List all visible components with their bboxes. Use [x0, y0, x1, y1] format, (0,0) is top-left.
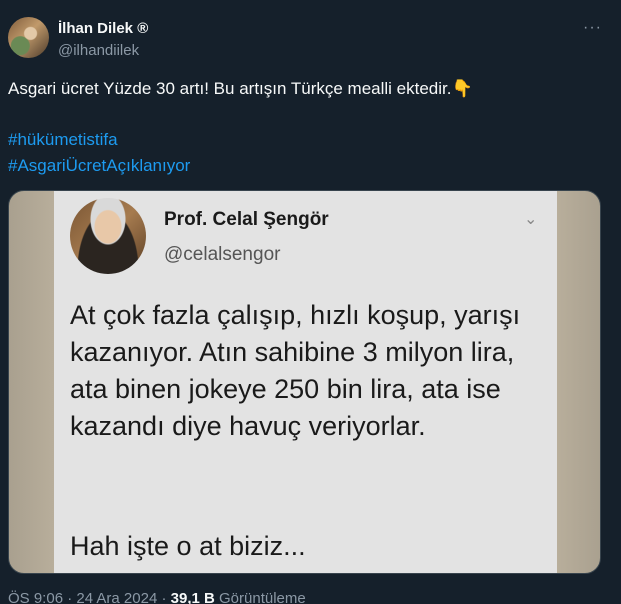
- separator-dot: ·: [161, 590, 171, 604]
- tweet-date[interactable]: 24 Ara 2024: [76, 590, 157, 604]
- chevron-down-icon: ⌄: [524, 211, 538, 228]
- tweet-text: Asgari ücret Yüzde 30 artı! Bu artışın T…: [8, 79, 473, 98]
- author-name[interactable]: İlhan Dilek ®: [58, 20, 148, 37]
- hashtag-link[interactable]: #hükümetistifa: [8, 130, 118, 150]
- more-options-icon[interactable]: ···: [583, 19, 602, 37]
- quoted-body-text: At çok fazla çalışıp, hızlı koşup, yarış…: [70, 300, 521, 441]
- tweet-media-image[interactable]: Prof. Celal Şengör @celalsengor ⌄ At çok…: [8, 190, 601, 574]
- quoted-author-name: Prof. Celal Şengör: [164, 209, 329, 230]
- views-label: Görüntüleme: [219, 590, 306, 604]
- quoted-avatar: [70, 198, 146, 274]
- tweet-time[interactable]: ÖS 9:06: [8, 590, 63, 604]
- quoted-screenshot: Prof. Celal Şengör @celalsengor ⌄ At çok…: [54, 191, 557, 573]
- tweet-meta: ÖS 9:06 · 24 Ara 2024 · 39,1 B Görüntüle…: [8, 590, 306, 604]
- author-handle[interactable]: @ilhandiilek: [58, 42, 139, 59]
- hashtag-link[interactable]: #AsgariÜcretAçıklanıyor: [8, 156, 190, 176]
- author-avatar[interactable]: [8, 17, 49, 58]
- separator-dot: ·: [67, 590, 77, 604]
- tweet: İlhan Dilek ® @ilhandiilek ··· Asgari üc…: [0, 0, 621, 604]
- views-count: 39,1 B: [170, 590, 215, 604]
- quoted-author-handle: @celalsengor: [164, 244, 281, 265]
- quoted-body-ending: Hah işte o at biziz...: [70, 531, 306, 561]
